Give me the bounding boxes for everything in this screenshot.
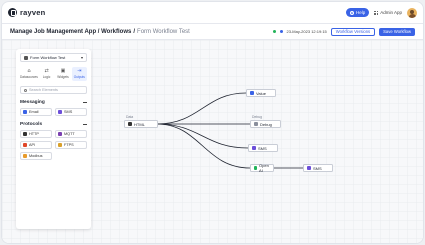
sms-node[interactable]: SMS — [248, 144, 278, 152]
collapse-icon — [83, 124, 87, 125]
outputs-icon: ⇥ — [77, 68, 82, 74]
openai-node-label: Open AI — [259, 163, 269, 173]
messaging-items: Email SMS — [20, 108, 87, 116]
debug-icon — [254, 122, 258, 126]
html-node-caption: Data — [126, 115, 134, 119]
rayven-logo-icon — [8, 8, 17, 17]
value-node[interactable]: Value — [246, 89, 276, 97]
element-mqtt[interactable]: MQTT — [55, 130, 87, 138]
page-title: Form Workflow Test — [137, 28, 190, 35]
element-email[interactable]: Email — [20, 108, 52, 116]
group-title: Messaging — [20, 100, 45, 105]
brand-logo[interactable]: rayven — [8, 8, 45, 17]
admin-app-link[interactable]: Admin App — [374, 10, 402, 15]
panel-tabs: ⌂ Datasources ⇄ Logic ▣ Widgets ⇥ Output… — [20, 67, 87, 81]
chevron-down-icon — [81, 56, 83, 59]
sub-header: Manage Job Management App / Workflows / … — [2, 24, 423, 40]
tab-label: Outputs — [73, 75, 85, 79]
element-modbus[interactable]: Modbus — [20, 152, 52, 160]
status-dot-blue — [279, 30, 283, 33]
collapse-icon — [83, 102, 87, 103]
email-icon — [23, 110, 27, 114]
api-icon — [23, 143, 27, 147]
workflow-icon — [24, 55, 28, 60]
element-api[interactable]: API — [20, 141, 52, 149]
value-icon — [250, 91, 254, 95]
element-label: HTTP — [29, 132, 39, 136]
widgets-icon: ▣ — [60, 68, 66, 74]
save-workflow-button[interactable]: Save Workflow — [379, 27, 415, 36]
openai-icon — [254, 166, 258, 170]
user-avatar[interactable] — [407, 7, 417, 18]
brand-name: rayven — [20, 8, 46, 17]
status-dot-green — [272, 30, 276, 33]
mqtt-icon — [58, 132, 62, 136]
modbus-icon — [23, 154, 27, 158]
breadcrumb[interactable]: Manage Job Management App / Workflows — [10, 29, 131, 35]
sms-node-chained[interactable]: SMS — [303, 164, 333, 172]
group-header-messaging[interactable]: Messaging — [20, 100, 87, 105]
debug-node[interactable]: Debug — [250, 120, 281, 128]
element-label: API — [29, 143, 36, 147]
search-placeholder: Search Elements — [29, 88, 58, 92]
openai-node[interactable]: Open AI — [250, 163, 274, 173]
ftps-icon — [58, 143, 62, 147]
workflow-select[interactable]: Form Workflow Test — [20, 53, 87, 62]
html-node-label: HTML — [134, 121, 145, 127]
apps-grid-icon — [374, 10, 379, 15]
tab-widgets[interactable]: ▣ Widgets — [55, 67, 70, 81]
group-header-protocols[interactable]: Protocols — [20, 122, 87, 127]
element-label: Modbus — [29, 154, 43, 158]
workflow-versions-button[interactable]: Workflow Versions — [330, 27, 376, 36]
element-sms[interactable]: SMS — [55, 108, 87, 116]
debug-node-label: Debug — [260, 121, 272, 127]
admin-app-label: Admin App — [380, 10, 402, 15]
sms-icon — [252, 146, 256, 150]
element-label: FTPS — [64, 143, 74, 147]
tab-outputs[interactable]: ⇥ Outputs — [71, 67, 87, 81]
elements-panel: Form Workflow Test ⌂ Datasources ⇄ Logic… — [16, 49, 91, 229]
group-title: Protocols — [20, 122, 43, 127]
sms-icon — [58, 110, 62, 114]
element-label: MQTT — [64, 132, 75, 136]
element-label: Email — [29, 110, 39, 114]
home-icon: ⌂ — [27, 68, 31, 74]
debug-node-caption: Debug — [252, 115, 262, 119]
element-http[interactable]: HTTP — [20, 130, 52, 138]
protocol-items: HTTP MQTT API FTPS Modbus — [20, 130, 87, 160]
sms-icon — [307, 166, 311, 170]
search-icon — [24, 88, 27, 92]
tab-label: Logic — [42, 75, 51, 79]
html-node[interactable]: HTML — [124, 120, 158, 128]
element-label: SMS — [64, 110, 73, 114]
search-input[interactable]: Search Elements — [20, 86, 87, 94]
html-icon — [128, 122, 132, 126]
workflow-select-value: Form Workflow Test — [30, 55, 66, 60]
sms-chained-label: SMS — [313, 165, 322, 171]
value-node-label: Value — [256, 90, 266, 96]
help-label: Help — [355, 10, 366, 15]
tab-logic[interactable]: ⇄ Logic — [39, 67, 54, 81]
breadcrumb-separator: / — [133, 28, 136, 35]
logic-icon: ⇄ — [44, 68, 49, 74]
tab-label: Widgets — [57, 75, 69, 79]
top-bar: rayven ? Help Admin App — [2, 2, 423, 24]
element-ftps[interactable]: FTPS — [55, 141, 87, 149]
http-icon — [23, 132, 27, 136]
tab-datasources[interactable]: ⌂ Datasources — [20, 67, 38, 81]
sms-node-label: SMS — [258, 145, 267, 151]
tab-label: Datasources — [20, 75, 38, 79]
last-saved-timestamp: 23-May-2023 12:19:15 — [286, 29, 327, 34]
question-icon: ? — [349, 10, 354, 15]
help-button[interactable]: ? Help — [345, 8, 370, 17]
